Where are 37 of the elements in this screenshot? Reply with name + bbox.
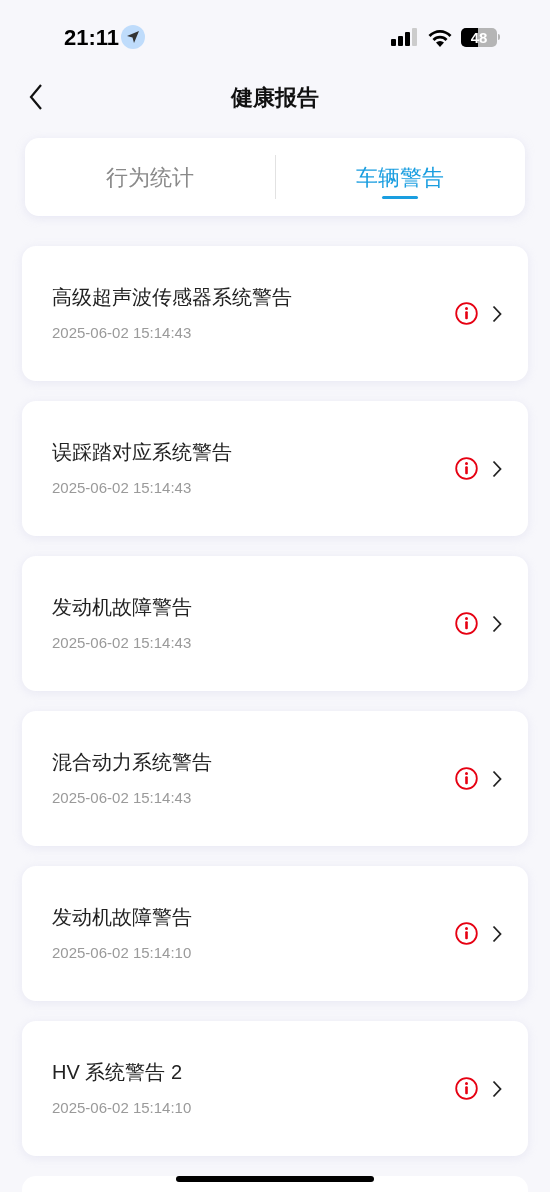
chevron-right-icon (492, 459, 502, 478)
warning-card[interactable]: 高级超声波传感器系统警告 2025-06-02 15:14:43 (22, 246, 528, 381)
info-icon (455, 922, 478, 945)
warning-time: 2025-06-02 15:14:43 (52, 323, 193, 343)
warning-time: 2025-06-02 15:14:10 (52, 943, 193, 963)
warning-title: 混合动力系统警告 (52, 749, 213, 775)
chevron-right-icon (492, 924, 502, 943)
chevron-right-icon (492, 304, 502, 323)
warning-title: 高级超声波传感器系统警告 (52, 284, 293, 310)
info-icon (455, 612, 478, 635)
wifi-icon (427, 27, 453, 47)
warning-card[interactable]: 混合动力系统警告 2025-06-02 15:14:43 (22, 711, 528, 846)
signal-icon (391, 28, 419, 46)
warning-time: 2025-06-02 15:14:43 (52, 788, 193, 808)
info-icon (455, 767, 478, 790)
page-title: 健康报告 (231, 83, 319, 112)
warning-time: 2025-06-02 15:14:43 (52, 478, 193, 498)
info-icon (455, 1077, 478, 1100)
warning-title: HV 系统警告 2 (52, 1059, 184, 1085)
warning-title: 发动机故障警告 (52, 904, 193, 930)
location-icon (121, 25, 146, 49)
warning-time: 2025-06-02 15:14:10 (52, 1098, 193, 1118)
warning-title: 发动机故障警告 (52, 594, 193, 620)
warning-time: 2025-06-02 15:14:43 (52, 633, 193, 653)
warning-card[interactable]: 误踩踏对应系统警告 2025-06-02 15:14:43 (22, 401, 528, 536)
warning-card[interactable]: 发动机故障警告 2025-06-02 15:14:10 (22, 866, 528, 1001)
warning-card[interactable]: 发动机故障警告 2025-06-02 15:14:43 (22, 556, 528, 691)
chevron-right-icon (492, 614, 502, 633)
info-icon (455, 302, 478, 325)
status-time: 21:11 (64, 23, 120, 52)
warning-title: 误踩踏对应系统警告 (52, 439, 233, 465)
tab[interactable]: 行为统计 (25, 138, 275, 216)
warning-card[interactable]: HV 系统警告 2 2025-06-02 15:14:10 (22, 1021, 528, 1156)
back-icon (29, 84, 43, 110)
chevron-right-icon (492, 769, 502, 788)
chevron-right-icon (492, 1079, 502, 1098)
info-icon (455, 457, 478, 480)
